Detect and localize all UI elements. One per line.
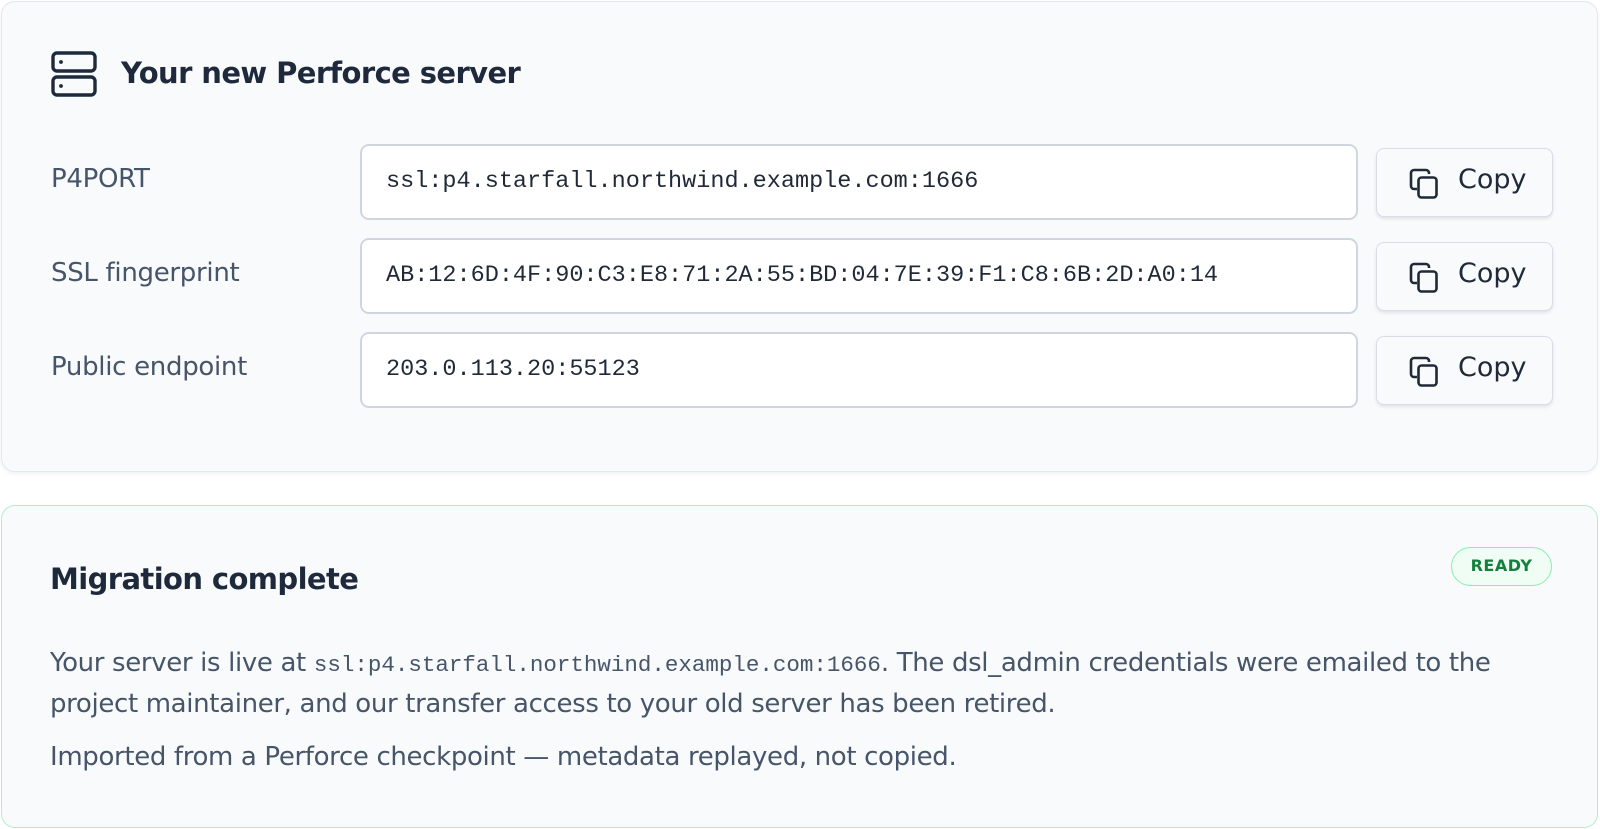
copy-icon (1409, 168, 1438, 199)
copy-p4port-button[interactable]: Copy (1376, 148, 1553, 217)
p4port-label: P4PORT (51, 164, 150, 194)
import-source-note: Imported from a Perforce checkpoint — me… (50, 742, 957, 772)
migration-summary-text: Your server is live at ssl:p4.starfall.n… (50, 644, 1540, 724)
p4port-value-field[interactable]: ssl:p4.starfall.northwind.example.com:16… (360, 144, 1358, 220)
server-address-code: ssl:p4.starfall.northwind.example.com:16… (313, 652, 881, 678)
server-card-title: Your new Perforce server (121, 56, 521, 90)
copy-ssl-fingerprint-button[interactable]: Copy (1376, 242, 1553, 311)
migration-status-card: Migration complete READY Your server is … (1, 505, 1598, 828)
public-endpoint-value-field[interactable]: 203.0.113.20:55123 (360, 332, 1358, 408)
summary-text-lead: Your server is live at (50, 648, 314, 678)
ssl-fingerprint-label: SSL fingerprint (51, 258, 240, 288)
copy-button-label: Copy (1458, 352, 1527, 383)
copy-icon (1409, 262, 1438, 293)
status-badge: READY (1451, 547, 1552, 586)
copy-icon (1409, 356, 1438, 387)
copy-public-endpoint-button[interactable]: Copy (1376, 336, 1553, 405)
server-details-card: Your new Perforce server P4PORT ssl:p4.s… (1, 1, 1598, 472)
copy-button-label: Copy (1458, 258, 1527, 289)
public-endpoint-label: Public endpoint (51, 352, 247, 382)
migration-card-title: Migration complete (50, 562, 359, 596)
copy-button-label: Copy (1458, 164, 1527, 195)
ssl-fingerprint-value-field[interactable]: AB:12:6D:4F:90:C3:E8:71:2A:55:BD:04:7E:3… (360, 238, 1358, 314)
server-icon (51, 51, 97, 97)
